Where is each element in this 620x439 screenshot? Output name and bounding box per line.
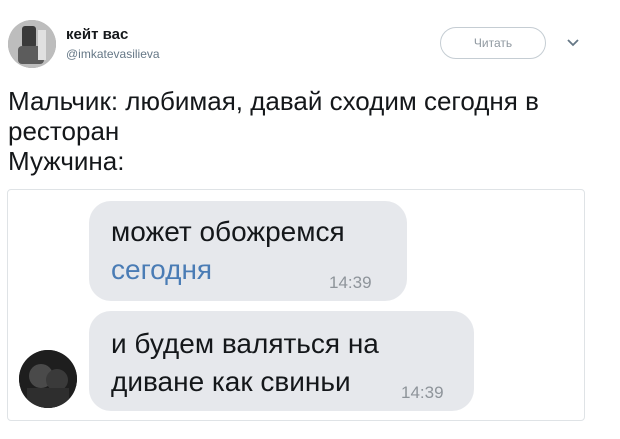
chevron-down-icon[interactable] [566,36,580,50]
message-time: 14:39 [329,273,372,292]
chat-bubble: и будем валяться на диване как свиньи 14… [89,311,474,411]
sender-photo-icon [19,350,77,408]
tweet-line: ресторан [8,116,120,146]
message-text: диване как свиньи [111,366,351,397]
follow-button[interactable]: Читать [440,27,546,59]
tweet-header: кейт вас @imkatevasilieva Читать [0,0,620,80]
author-avatar[interactable] [8,20,56,68]
message-text: и будем валяться на [111,328,379,359]
profile-photo-icon [8,20,56,68]
author-handle[interactable]: @imkatevasilieva [66,47,160,61]
message-link-text: сегодня [111,254,213,285]
tweet-line: Мальчик: любимая, давай сходим сегодня в [8,86,539,116]
sender-avatar [19,350,77,408]
tweet-line: Мужчина: [8,146,125,176]
message-text: может обожремся [111,216,345,247]
author-display-name[interactable]: кейт вас [66,26,128,43]
tweet-media-image[interactable]: может обожремся сегодня 14:39 и будем ва… [7,189,585,421]
tweet-text: Мальчик: любимая, давай сходим сегодня в… [8,86,608,176]
chat-bubble: может обожремся сегодня 14:39 [89,201,407,301]
message-time: 14:39 [401,383,444,402]
